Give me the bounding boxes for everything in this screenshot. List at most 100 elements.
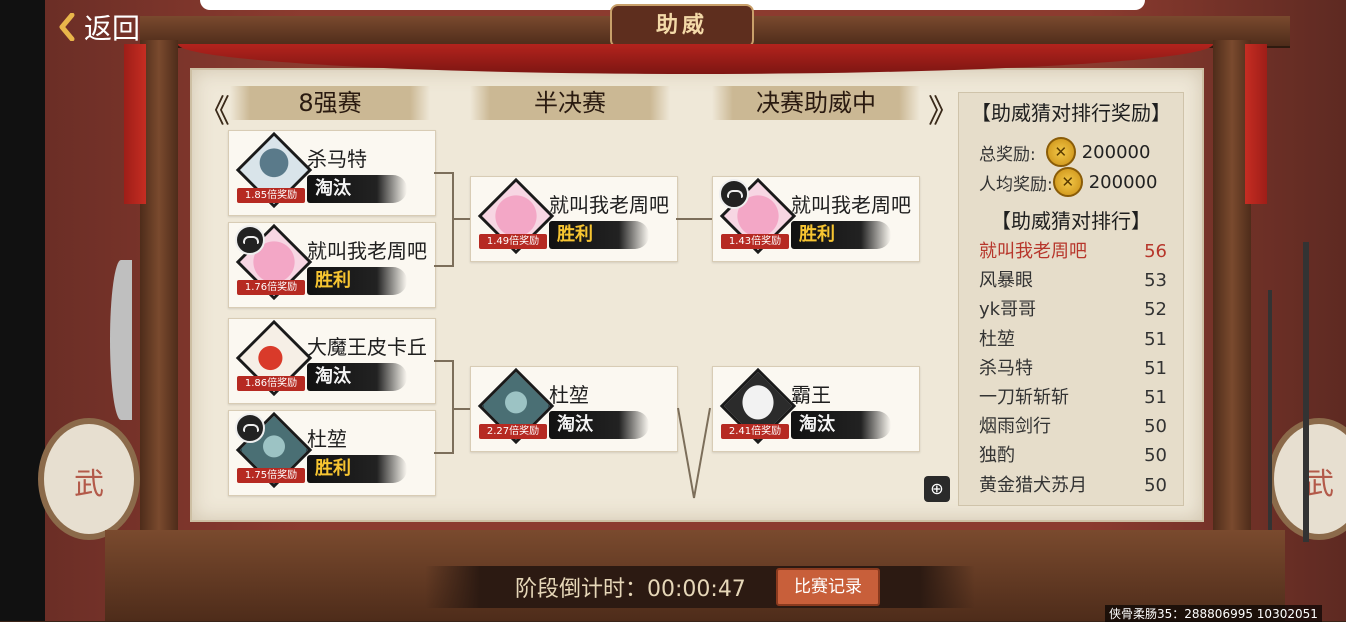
result-badge: 淘汰 [549,411,649,439]
rank-name: 烟雨剑行 [979,416,1051,438]
odds-badge: 1.76倍奖励 [237,280,305,295]
player-name: 杜堃 [307,427,347,451]
bracket-card-s2[interactable]: 2.27倍奖励 杜堃 淘汰 [470,366,678,452]
result-badge: 胜利 [307,455,407,483]
avatar: 1.86倍奖励 [235,319,313,397]
rank-name: 杀马特 [979,357,1033,379]
coin-icon: ✕ [1045,137,1076,167]
rank-name: 就叫我老周吧 [979,241,1087,262]
rank-list: 就叫我老周吧 56 风暴眼 53 yk哥哥 52 杜堃 51 杀马特 51 一刀斩斩斩 51… [979,237,1167,500]
odds-badge: 1.85倍奖励 [237,188,305,203]
coin-icon: ✕ [1052,167,1083,197]
bracket-connector [434,172,452,174]
bracket-card-q2[interactable]: 1.76倍奖励 就叫我老周吧 胜利 [228,222,436,308]
final-v-connector [677,407,711,499]
player-name: 霸王 [791,383,831,407]
avatar: 1.76倍奖励 [235,223,313,301]
player-name: 就叫我老周吧 [307,239,427,263]
odds-badge: 2.41倍奖励 [721,424,789,439]
result-badge: 淘汰 [791,411,891,439]
rank-score: 50 [1144,474,1167,496]
rank-score: 53 [1144,270,1167,292]
bracket-card-f2[interactable]: 2.41倍奖励 霸王 淘汰 [712,366,920,452]
rank-score: 50 [1144,416,1167,438]
rank-score: 50 [1144,445,1167,467]
bracket-connector [452,360,454,454]
result-badge: 胜利 [307,267,407,295]
rank-row: 就叫我老周吧 56 [979,237,1167,266]
watermark: 侠骨柔肠35：288806995 10302051 [1105,605,1322,622]
player-name: 就叫我老周吧 [791,193,911,217]
spear-decoration [1303,242,1309,542]
left-drum-glyph: 武 [74,467,104,502]
stage-prev-arrow[interactable]: 《 [198,86,230,132]
rank-panel: 【助威猜对排行奖励】 总奖励: ✕ 200000 人均奖励: ✕ 200000 … [958,92,1184,506]
rank-row: 风暴眼 53 [979,266,1167,295]
stage-next-arrow[interactable]: 》 [928,86,960,132]
page-title: 助威 [610,4,754,48]
rank-score: 51 [1144,328,1167,350]
player-name: 大魔王皮卡丘 [307,335,427,359]
match-record-button[interactable]: 比赛记录 [776,568,880,606]
halberd-decoration [1268,290,1272,540]
stage-header-final: 决赛助威中 [712,86,920,120]
rank-score: 56 [1144,241,1167,262]
curtain-right [1245,44,1267,204]
average-reward-row: 人均奖励: ✕ 200000 [979,167,1157,197]
stage-countdown: 阶段倒计时：00:00:47 [515,577,746,602]
rank-name: yk哥哥 [979,299,1037,321]
bracket-connector [434,452,452,454]
cheer-medal-icon [235,225,265,255]
rank-row: 黄金猎犬苏月 50 [979,471,1167,500]
total-reward-row: 总奖励: ✕ 200000 [979,137,1150,167]
player-name: 杀马特 [307,147,367,171]
rank-name: 杜堃 [979,328,1015,350]
blade-decoration [110,260,132,420]
rank-row: 独酌 50 [979,441,1167,470]
rank-row: 烟雨剑行 50 [979,412,1167,441]
chevron-left-icon [59,13,75,41]
odds-badge: 1.75倍奖励 [237,468,305,483]
rank-name: 一刀斩斩斩 [979,386,1069,408]
odds-badge: 1.49倍奖励 [479,234,547,249]
rank-name: 风暴眼 [979,270,1033,292]
curtain-left [124,44,146,204]
zoom-icon[interactable]: ⊕ [924,476,950,502]
rank-row: yk哥哥 52 [979,295,1167,324]
result-badge: 淘汰 [307,363,407,391]
rank-row: 杜堃 51 [979,325,1167,354]
odds-badge: 1.43倍奖励 [721,234,789,249]
total-reward-value: 200000 [1081,141,1151,163]
bracket-card-f1[interactable]: 1.43倍奖励 就叫我老周吧 胜利 [712,176,920,262]
bracket-connector [452,218,470,220]
player-name: 就叫我老周吧 [549,193,669,217]
left-edge [0,0,45,621]
left-drum: 武 [38,418,140,540]
back-label: 返回 [84,12,141,45]
rank-score: 51 [1144,386,1167,408]
avatar: 1.43倍奖励 [719,177,797,255]
avatar: 1.85倍奖励 [235,131,313,209]
avatar: 1.75倍奖励 [235,411,313,489]
odds-badge: 1.86倍奖励 [237,376,305,391]
avatar: 1.49倍奖励 [477,177,555,255]
bracket-card-q1[interactable]: 1.85倍奖励 杀马特 淘汰 [228,130,436,216]
rank-name: 黄金猎犬苏月 [979,474,1087,496]
bracket-card-q3[interactable]: 1.86倍奖励 大魔王皮卡丘 淘汰 [228,318,436,404]
rank-reward-title: 【助威猜对排行奖励】 [971,101,1171,125]
bracket-card-s1[interactable]: 1.49倍奖励 就叫我老周吧 胜利 [470,176,678,262]
rank-score: 52 [1144,299,1167,321]
right-drum-glyph: 武 [1304,467,1334,502]
average-reward-value: 200000 [1088,171,1158,193]
rank-row: 一刀斩斩斩 51 [979,383,1167,412]
stage-header-semi: 半决赛 [470,86,670,120]
avatar: 2.27倍奖励 [477,367,555,445]
result-badge: 胜利 [549,221,649,249]
average-reward-label: 人均奖励: [979,174,1053,195]
bracket-card-q4[interactable]: 1.75倍奖励 杜堃 胜利 [228,410,436,496]
back-button[interactable]: 返回 [58,8,140,46]
cheer-medal-icon [235,413,265,443]
result-badge: 胜利 [791,221,891,249]
total-reward-label: 总奖励: [979,144,1036,165]
bracket-connector [676,218,712,220]
